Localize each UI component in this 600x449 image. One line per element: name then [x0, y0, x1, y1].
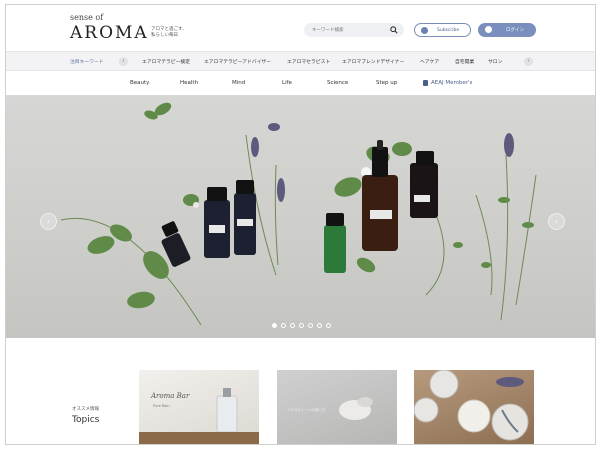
- nav-item-featured[interactable]: 注目キーワード: [70, 58, 104, 65]
- slide-dot[interactable]: [290, 323, 295, 328]
- subscribe-label: Subscribe: [437, 28, 460, 33]
- hero-image: [60, 102, 537, 326]
- logo-small-text[interactable]: sense of: [70, 13, 103, 22]
- hero-slideshow[interactable]: ‹ ›: [6, 95, 595, 338]
- topics-title: Topics: [72, 415, 100, 425]
- topic-card[interactable]: Aroma Bar Pure Rain: [139, 370, 259, 444]
- nav-item-exam[interactable]: エアロマテラピー検定: [142, 58, 190, 65]
- nav-item-haircare[interactable]: ヘアケア: [420, 58, 439, 65]
- nav-next-icon[interactable]: ›: [524, 57, 533, 66]
- subscribe-button[interactable]: Subscribe: [414, 23, 471, 37]
- topics-subtitle: オススメ情報: [72, 407, 99, 412]
- logo[interactable]: AROMA: [70, 23, 149, 43]
- login-label: ログイン: [506, 28, 524, 33]
- nav-item-therapist[interactable]: エアロマセラピスト: [287, 58, 330, 65]
- slide-dot[interactable]: [299, 323, 304, 328]
- nav-item-advisor[interactable]: エアロマテラピーアドバイザー: [204, 58, 271, 65]
- category-nav: Beauty Health Mind Life Science Step up …: [6, 75, 595, 95]
- nav-item-home-business[interactable]: 自宅開業: [455, 58, 474, 65]
- nav-item-blend-designer[interactable]: エアロマブレンドデザイナー: [342, 58, 404, 65]
- perfume-bottle-image: [139, 388, 259, 444]
- aroma-stone-image: [339, 397, 373, 420]
- slide-dot[interactable]: [308, 323, 313, 328]
- slide-dot[interactable]: [281, 323, 286, 328]
- nav-item-salon[interactable]: サロン: [488, 58, 502, 65]
- keyword-nav: 注目キーワード ‹ エアロマテラピー検定 エアロマテラピーアドバイザー エアロマ…: [6, 51, 595, 71]
- nav-health[interactable]: Health: [180, 80, 198, 86]
- subscribe-icon: [421, 27, 428, 34]
- site-header: sense of AROMA アロマと過ごす、 私らしい毎日 Subscribe…: [6, 5, 595, 49]
- slide-dot[interactable]: [272, 323, 277, 328]
- nav-beauty[interactable]: Beauty: [130, 80, 149, 86]
- slide-dot[interactable]: [326, 323, 331, 328]
- user-icon: [485, 26, 492, 33]
- card-caption: アロマストーンの使い方: [287, 408, 326, 412]
- search-icon[interactable]: [390, 26, 398, 34]
- nav-mind[interactable]: Mind: [232, 80, 245, 86]
- browser-frame: sense of AROMA アロマと過ごす、 私らしい毎日 Subscribe…: [5, 4, 596, 445]
- topic-card[interactable]: アロマストーンの使い方: [277, 370, 397, 444]
- login-button[interactable]: ログイン: [478, 23, 536, 37]
- slide-prev-button[interactable]: ‹: [40, 213, 57, 230]
- nav-members[interactable]: AEAJ Member's: [431, 80, 472, 86]
- slide-dot[interactable]: [317, 323, 322, 328]
- nav-prev-icon[interactable]: ‹: [119, 57, 128, 66]
- nav-life[interactable]: Life: [282, 80, 292, 86]
- nav-science[interactable]: Science: [327, 80, 348, 86]
- balm-tins-image: [414, 370, 529, 441]
- nav-step-up[interactable]: Step up: [376, 80, 397, 86]
- lock-icon: [423, 80, 428, 86]
- slide-next-button[interactable]: ›: [548, 213, 565, 230]
- topic-card[interactable]: [414, 370, 534, 444]
- search-box[interactable]: [304, 23, 404, 37]
- tagline: アロマと過ごす、 私らしい毎日: [151, 27, 187, 38]
- search-input[interactable]: [312, 23, 384, 37]
